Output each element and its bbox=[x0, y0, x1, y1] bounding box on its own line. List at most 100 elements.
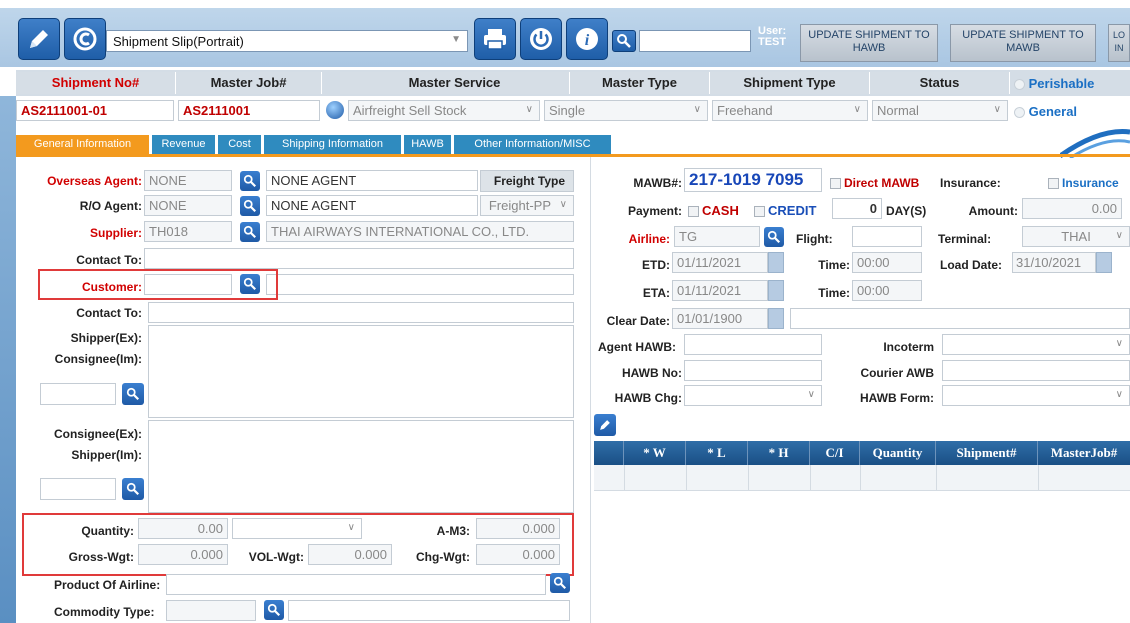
shipment-type-select[interactable]: Freehand ∨ bbox=[712, 100, 868, 121]
clear-date-calendar-button[interactable] bbox=[768, 308, 784, 329]
flight-field[interactable] bbox=[852, 226, 922, 247]
customer-name-field[interactable] bbox=[266, 274, 574, 295]
airline-search-button[interactable] bbox=[764, 227, 784, 247]
amount-field[interactable]: 0.00 bbox=[1022, 198, 1122, 219]
grid-header-masterjob[interactable]: MasterJob# bbox=[1038, 441, 1130, 465]
update-shipment-to-hawb-button[interactable]: UPDATE SHIPMENT TO HAWB bbox=[800, 24, 938, 62]
shipper-ex-textarea[interactable] bbox=[148, 325, 574, 418]
insurance-checkbox[interactable]: Insurance bbox=[1048, 176, 1119, 190]
contact-to-field[interactable] bbox=[144, 248, 574, 269]
grid-empty-row[interactable] bbox=[594, 465, 1130, 491]
commodity-name-field[interactable] bbox=[288, 600, 570, 621]
airline-field[interactable]: TG bbox=[674, 226, 760, 247]
perishable-option[interactable]: Perishable bbox=[1014, 76, 1094, 91]
etd-time-field[interactable]: 00:00 bbox=[852, 252, 922, 273]
eta-calendar-button[interactable] bbox=[768, 280, 784, 301]
power-button[interactable] bbox=[520, 18, 562, 60]
etd-calendar-button[interactable] bbox=[768, 252, 784, 273]
ro-agent-code-field[interactable]: NONE bbox=[144, 195, 232, 216]
chevron-down-icon: ▼ bbox=[451, 34, 461, 45]
tab-other-information[interactable]: Other Information/MISC bbox=[454, 135, 612, 154]
overseas-agent-search-button[interactable] bbox=[240, 171, 260, 191]
checkbox[interactable] bbox=[1048, 178, 1059, 190]
clear-date-note-field[interactable] bbox=[790, 308, 1130, 329]
consignee-ex-textarea[interactable] bbox=[148, 420, 574, 513]
grid-header-shipment[interactable]: Shipment# bbox=[936, 441, 1038, 465]
checkbox[interactable] bbox=[830, 178, 841, 190]
checkbox[interactable] bbox=[688, 206, 699, 218]
tab-revenue[interactable]: Revenue bbox=[152, 135, 216, 154]
master-service-select[interactable]: Airfreight Sell Stock ∨ bbox=[348, 100, 540, 121]
product-airline-search-button[interactable] bbox=[550, 573, 570, 593]
grid-header-w[interactable]: * W bbox=[624, 441, 686, 465]
eta-time-field[interactable]: 00:00 bbox=[852, 280, 922, 301]
freight-type-select[interactable]: Freight-PP ∨ bbox=[480, 195, 574, 216]
header-master-job: Master Job# bbox=[176, 72, 322, 94]
load-date-calendar-button[interactable] bbox=[1096, 252, 1112, 273]
agent-hawb-field[interactable] bbox=[684, 334, 822, 355]
supplier-code-field[interactable]: TH018 bbox=[144, 221, 232, 242]
grid-edit-button[interactable] bbox=[594, 414, 616, 436]
tab-shipping-information[interactable]: Shipping Information bbox=[264, 135, 402, 154]
grid-header-quantity[interactable]: Quantity bbox=[860, 441, 936, 465]
globe-icon[interactable] bbox=[326, 101, 344, 119]
etd-date-field[interactable]: 01/11/2021 bbox=[672, 252, 768, 273]
consignee-im-search-button[interactable] bbox=[122, 383, 144, 405]
direct-mawb-checkbox[interactable]: Direct MAWB bbox=[830, 176, 919, 190]
eta-date-field[interactable]: 01/11/2021 bbox=[672, 280, 768, 301]
tab-cost[interactable]: Cost bbox=[218, 135, 262, 154]
update-shipment-to-mawb-button[interactable]: UPDATE SHIPMENT TO MAWB bbox=[950, 24, 1096, 62]
credit-checkbox[interactable]: CREDIT bbox=[754, 203, 816, 218]
tab-hawb[interactable]: HAWB bbox=[404, 135, 452, 154]
supplier-search-button[interactable] bbox=[240, 222, 260, 242]
contact-to-2-field[interactable] bbox=[148, 302, 574, 323]
hawb-no-field[interactable] bbox=[684, 360, 822, 381]
header-shipment-type: Shipment Type bbox=[710, 72, 870, 94]
grid-header-ci[interactable]: C/I bbox=[810, 441, 860, 465]
hawb-form-select[interactable]: ∨ bbox=[942, 385, 1130, 406]
incoterm-select[interactable]: ∨ bbox=[942, 334, 1130, 355]
ro-agent-search-button[interactable] bbox=[240, 196, 260, 216]
perishable-radio[interactable] bbox=[1014, 79, 1025, 91]
general-option[interactable]: General bbox=[1014, 104, 1077, 119]
checkbox[interactable] bbox=[754, 206, 765, 218]
clear-date-field[interactable]: 01/01/1900 bbox=[672, 308, 768, 329]
master-job-field[interactable]: AS2111001 bbox=[178, 100, 320, 121]
toolbar-search-input[interactable] bbox=[639, 30, 751, 52]
hawb-chg-select[interactable]: ∨ bbox=[684, 385, 822, 406]
copyright-button[interactable] bbox=[64, 18, 106, 60]
ro-agent-name-field[interactable]: NONE AGENT bbox=[266, 195, 478, 216]
search-button[interactable] bbox=[612, 30, 636, 52]
status-select[interactable]: Normal ∨ bbox=[872, 100, 1008, 121]
amount-label: Amount: bbox=[968, 204, 1018, 218]
shipper-im-search-button[interactable] bbox=[122, 478, 144, 500]
courier-awb-field[interactable] bbox=[942, 360, 1130, 381]
mawb-field[interactable]: 217-1019 7095 bbox=[684, 168, 822, 192]
general-radio[interactable] bbox=[1014, 107, 1025, 119]
edit-pencil-button[interactable] bbox=[18, 18, 60, 60]
consignee-im-code-field[interactable] bbox=[40, 383, 116, 405]
slip-type-select[interactable]: Shipment Slip(Portrait) ▼ bbox=[106, 30, 468, 52]
incoterm-label: Incoterm bbox=[883, 340, 934, 354]
shipment-no-field[interactable]: AS2111001-01 bbox=[16, 100, 174, 121]
tab-general-information[interactable]: General Information bbox=[16, 135, 150, 154]
credit-days-field[interactable]: 0 bbox=[832, 198, 882, 219]
print-button[interactable] bbox=[474, 18, 516, 60]
cash-checkbox[interactable]: CASH bbox=[688, 203, 739, 218]
grid-header-h[interactable]: * H bbox=[748, 441, 810, 465]
commodity-code-field[interactable] bbox=[166, 600, 256, 621]
freight-type-label: Freight Type bbox=[480, 170, 574, 192]
shipper-im-code-field[interactable] bbox=[40, 478, 116, 500]
load-date-field[interactable]: 31/10/2021 bbox=[1012, 252, 1096, 273]
logout-button[interactable]: LO IN bbox=[1108, 24, 1130, 62]
product-airline-field[interactable] bbox=[166, 574, 546, 595]
master-type-select[interactable]: Single ∨ bbox=[544, 100, 708, 121]
pencil-icon bbox=[30, 30, 48, 48]
commodity-search-button[interactable] bbox=[264, 600, 284, 620]
grid-header-l[interactable]: * L bbox=[686, 441, 748, 465]
overseas-agent-code-field[interactable]: NONE bbox=[144, 170, 232, 191]
supplier-name-field[interactable]: THAI AIRWAYS INTERNATIONAL CO., LTD. bbox=[266, 221, 574, 242]
info-button[interactable]: i bbox=[566, 18, 608, 60]
overseas-agent-name-field[interactable]: NONE AGENT bbox=[266, 170, 478, 191]
terminal-select[interactable]: THAI ∨ bbox=[1022, 226, 1130, 247]
